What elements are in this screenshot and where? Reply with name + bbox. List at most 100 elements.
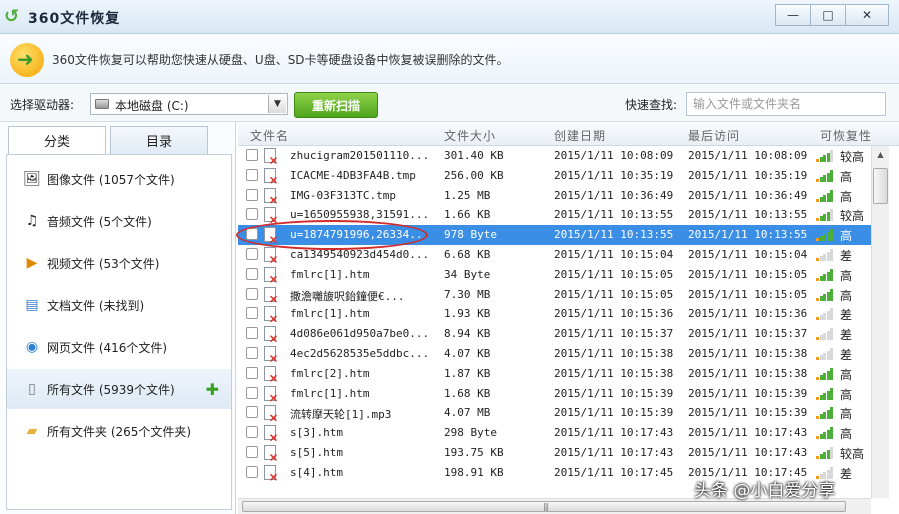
signal-bar	[826, 390, 830, 400]
row-checkbox[interactable]	[246, 287, 258, 300]
column-name[interactable]: 文件名	[250, 127, 289, 144]
toolbar: 选择驱动器: 本地磁盘 (C:) ▼ 重新扫描 快速查找:	[0, 84, 899, 122]
row-checkbox[interactable]	[246, 406, 258, 419]
signal-bar	[816, 159, 819, 162]
tab-category[interactable]: 分类	[8, 126, 106, 154]
drive-select[interactable]: 本地磁盘 (C:) ▼	[90, 93, 288, 115]
table-row[interactable]: fmlrc[2].htm 1.87 KB 2015/1/11 10:15:38 201…	[238, 364, 871, 384]
vertical-scroll-thumb[interactable]	[873, 168, 888, 204]
signal-bars-icon	[816, 150, 834, 162]
deleted-file-icon	[264, 148, 276, 163]
table-row[interactable]: fmlrc[1].htm 1.93 KB 2015/1/11 10:15:36 201…	[238, 304, 871, 324]
row-checkbox[interactable]	[246, 208, 258, 221]
created-date: 2015/1/11 10:36:49	[554, 188, 674, 202]
row-checkbox[interactable]	[246, 188, 258, 201]
row-checkbox[interactable]	[246, 267, 258, 280]
row-checkbox[interactable]	[246, 168, 258, 181]
category-audio[interactable]: ♫ 音频文件 (5个文件)	[7, 201, 231, 241]
chevron-down-icon[interactable]: ▼	[268, 95, 286, 113]
last-access: 2015/1/11 10:17:43	[688, 446, 808, 459]
signal-bar	[819, 196, 823, 202]
table-row[interactable]: 4d086e061d950a7be0... 8.94 KB 2015/1/11 10…	[238, 324, 871, 344]
signal-bar	[816, 238, 819, 242]
last-access: 2015/1/11 10:15:38	[688, 366, 808, 380]
signal-bar	[819, 374, 823, 380]
last-access: 2015/1/11 10:15:05	[688, 287, 808, 301]
quick-search-input[interactable]	[686, 92, 886, 116]
recoverability-level: 高	[840, 367, 853, 382]
row-checkbox[interactable]	[246, 465, 258, 478]
table-row[interactable]: 撒澹囄旇呎鈶鐘便€... 7.30 MB 2015/1/11 10:15:05 201…	[238, 285, 871, 305]
signal-bars-icon	[816, 308, 834, 321]
row-checkbox[interactable]	[246, 426, 258, 439]
signal-bar	[823, 313, 827, 321]
row-checkbox[interactable]	[246, 446, 258, 458]
signal-bar	[816, 317, 819, 321]
signal-bars-icon	[816, 387, 834, 400]
window-title: 360文件恢复	[28, 11, 121, 27]
created-date: 2015/1/11 10:13:55	[554, 208, 674, 222]
signal-bar	[826, 311, 830, 321]
category-documents[interactable]: ▤ 文档文件 (未找到)	[7, 285, 231, 325]
table-row[interactable]: IMG-03F313TC.tmp 1.25 MB 2015/1/11 10:36:4…	[238, 186, 871, 206]
signal-bar	[816, 198, 819, 202]
signal-bar	[823, 412, 827, 420]
signal-bar	[819, 454, 823, 459]
info-bar: 360文件恢复可以帮助您快速从硬盘、U盘、SD卡等硬盘设备中恢复被误删除的文件。	[0, 34, 899, 84]
row-checkbox[interactable]	[246, 386, 258, 399]
folder-icon: ▰	[26, 423, 38, 439]
close-button[interactable]: ✕	[845, 4, 889, 26]
deleted-file-icon	[264, 385, 276, 401]
table-header: 文件名 文件大小 创建日期 最后访问 可恢复性	[238, 122, 899, 146]
created-date: 2015/1/11 10:17:43	[554, 446, 674, 459]
recoverability-level: 差	[840, 348, 853, 362]
tab-directory[interactable]: 目录	[110, 126, 208, 154]
file-size: 1.68 KB	[444, 386, 491, 400]
table-row[interactable]: zhucigram201501110... 301.40 KB 2015/1/11 …	[238, 146, 871, 166]
signal-bar	[830, 229, 834, 242]
row-checkbox[interactable]	[246, 327, 258, 340]
table-row[interactable]: fmlrc[1].htm 34 Byte 2015/1/11 10:15:05 201…	[238, 265, 871, 285]
table-row[interactable]: s[3].htm 298 Byte 2015/1/11 10:17:43 2015/1…	[238, 423, 871, 443]
rescan-button[interactable]: 重新扫描	[294, 92, 378, 118]
column-recoverability[interactable]: 可恢复性	[820, 127, 872, 144]
plus-icon[interactable]: ✚	[206, 380, 219, 399]
horizontal-scroll-thumb[interactable]: |||	[242, 501, 846, 512]
created-date: 2015/1/11 10:15:37	[554, 327, 674, 341]
signal-bar	[816, 396, 819, 400]
vertical-scrollbar[interactable]: ▲	[871, 146, 889, 498]
recoverability-level: 较高	[840, 150, 865, 164]
last-access: 2015/1/11 10:35:19	[688, 168, 808, 182]
column-accessed[interactable]: 最后访问	[688, 127, 740, 144]
table-row[interactable]: 流转摩天轮[1].mp3 4.07 MB 2015/1/11 10:15:39 201…	[238, 403, 871, 423]
column-size[interactable]: 文件大小	[444, 127, 496, 144]
column-created[interactable]: 创建日期	[554, 127, 606, 144]
signal-bars-icon	[816, 229, 834, 242]
row-checkbox[interactable]	[246, 347, 258, 359]
category-all-files[interactable]: ▯ 所有文件 (5939个文件) ✚	[7, 369, 231, 409]
category-video[interactable]: ▶ 视频文件 (53个文件)	[7, 243, 231, 283]
row-checkbox[interactable]	[246, 248, 258, 260]
last-access: 2015/1/11 10:13:55	[688, 208, 808, 222]
file-size: 8.94 KB	[444, 327, 491, 341]
row-checkbox[interactable]	[246, 149, 258, 161]
table-row[interactable]: fmlrc[1].htm 1.68 KB 2015/1/11 10:15:39 201…	[238, 384, 871, 404]
table-row[interactable]: 4ec2d5628535e5ddbc... 4.07 KB 2015/1/11 10…	[238, 344, 871, 364]
category-all-folders[interactable]: ▰ 所有文件夹 (265个文件夹)	[7, 411, 231, 451]
file-name: ICACME-4DB3FA4B.tmp	[290, 168, 416, 182]
last-access: 2015/1/11 10:15:04	[688, 248, 808, 261]
minimize-button[interactable]: —	[775, 4, 811, 26]
maximize-button[interactable]: □	[810, 4, 846, 26]
signal-bar	[823, 234, 827, 242]
signal-bar	[830, 407, 834, 420]
recoverability-level: 差	[840, 249, 853, 263]
table-row[interactable]: s[5].htm 193.75 KB 2015/1/11 10:17:43 2015/…	[238, 443, 871, 463]
category-images[interactable]: 🖼 图像文件 (1057个文件)	[7, 159, 231, 199]
table-row[interactable]: ICACME-4DB3FA4B.tmp 256.00 KB 2015/1/11 10…	[238, 166, 871, 186]
signal-bar	[830, 268, 834, 281]
last-access: 2015/1/11 10:15:39	[688, 386, 808, 400]
row-checkbox[interactable]	[246, 366, 258, 379]
scroll-up-icon[interactable]: ▲	[872, 146, 889, 162]
category-web[interactable]: ◉ 网页文件 (416个文件)	[7, 327, 231, 367]
row-checkbox[interactable]	[246, 307, 258, 320]
